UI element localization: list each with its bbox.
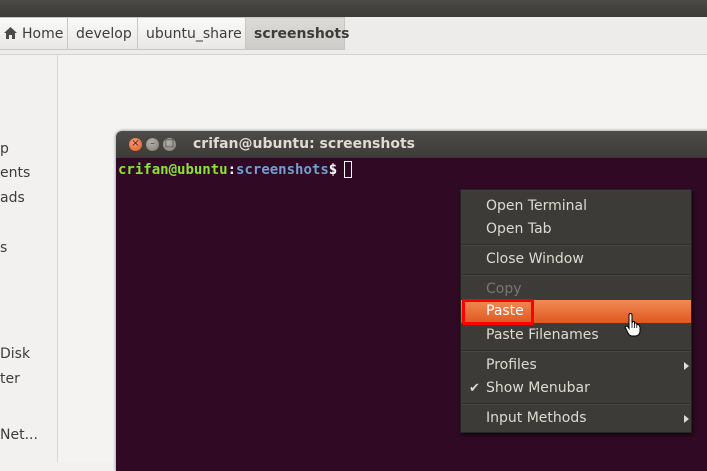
close-button[interactable]: × xyxy=(129,138,142,151)
checkmark-icon: ✔ xyxy=(469,381,480,396)
sidebar-item-label: Net... xyxy=(0,427,38,443)
menu-item-show-menubar[interactable]: ✔ Show Menubar xyxy=(461,377,691,400)
maximize-button[interactable]: □ xyxy=(163,138,176,151)
sidebar-item-label: Disk xyxy=(0,346,31,362)
menu-item-label: Paste Filenames xyxy=(486,327,599,343)
sidebar-item-floppy-disk[interactable]: Disk xyxy=(0,346,30,362)
prompt-directory: screenshots xyxy=(236,162,329,178)
sidebar-item-downloads[interactable]: ads xyxy=(0,190,25,206)
breadcrumb-develop[interactable]: develop xyxy=(68,17,138,50)
menu-item-copy: Copy xyxy=(461,278,691,301)
sidebar-item-label: s xyxy=(0,240,8,256)
prompt-host: ubuntu xyxy=(177,162,228,178)
breadcrumb-home-label: Home xyxy=(22,26,64,42)
places-sidebar: p ents ads s Disk ter Net... xyxy=(0,55,58,462)
breadcrumb-home[interactable]: Home xyxy=(0,17,68,50)
menu-item-input-methods[interactable]: Input Methods xyxy=(461,407,691,430)
sidebar-item-label: ter xyxy=(0,371,20,387)
prompt-dollar: $ xyxy=(328,162,338,178)
menu-item-label: Input Methods xyxy=(486,410,587,426)
hand-pointer-icon xyxy=(624,313,641,337)
maximize-icon: □ xyxy=(164,138,175,149)
minimize-button[interactable]: – xyxy=(146,138,159,151)
menu-item-label: Show Menubar xyxy=(486,380,590,396)
location-pathbar: Home develop ubuntu_share screenshots xyxy=(0,17,707,55)
sidebar-item-documents[interactable]: ents xyxy=(0,165,30,181)
menu-separator xyxy=(462,244,690,246)
sidebar-item-desktop[interactable]: p xyxy=(0,141,9,157)
sidebar-item-label: p xyxy=(0,141,9,157)
menu-item-open-terminal[interactable]: Open Terminal xyxy=(461,195,691,218)
breadcrumb: Home develop ubuntu_share screenshots xyxy=(0,17,349,50)
menu-item-profiles[interactable]: Profiles xyxy=(461,354,691,377)
sidebar-item-videos[interactable]: s xyxy=(0,240,7,256)
submenu-arrow-icon xyxy=(684,415,689,423)
close-icon: × xyxy=(131,138,140,149)
menu-item-open-tab[interactable]: Open Tab xyxy=(461,218,691,241)
menu-item-close-window[interactable]: Close Window xyxy=(461,248,691,271)
menu-item-paste-filenames[interactable]: Paste Filenames xyxy=(461,324,691,347)
text-cursor xyxy=(344,161,353,178)
minimize-icon: – xyxy=(150,138,155,149)
menu-separator xyxy=(462,274,690,276)
breadcrumb-ubuntu-share-label: ubuntu_share xyxy=(146,26,242,42)
menu-separator xyxy=(462,403,690,405)
prompt-colon: : xyxy=(227,162,237,178)
terminal-title: crifan@ubuntu: screenshots xyxy=(193,136,415,152)
sidebar-item-label: ents xyxy=(0,165,31,181)
breadcrumb-screenshots-label: screenshots xyxy=(254,26,350,42)
breadcrumb-develop-label: develop xyxy=(76,26,132,42)
menu-item-label: Open Tab xyxy=(486,221,552,237)
prompt-at: @ xyxy=(168,162,178,178)
menu-item-label: Copy xyxy=(486,281,522,297)
annotation-highlight-box xyxy=(462,299,534,325)
terminal-titlebar[interactable]: × – □ crifan@ubuntu: screenshots xyxy=(116,131,707,158)
submenu-arrow-icon xyxy=(684,362,689,370)
sidebar-item-network[interactable]: Net... xyxy=(0,427,38,443)
menu-item-label: Open Terminal xyxy=(486,198,588,214)
sidebar-item-label: ads xyxy=(0,190,25,206)
window-top-strip xyxy=(0,0,707,17)
menu-item-label: Profiles xyxy=(486,357,537,373)
shell-prompt: crifan@ubuntu:screenshots$ xyxy=(118,161,353,178)
breadcrumb-screenshots[interactable]: screenshots xyxy=(246,17,349,50)
prompt-user: crifan xyxy=(118,162,169,178)
menu-item-label: Close Window xyxy=(486,251,584,267)
home-icon xyxy=(4,27,17,39)
breadcrumb-ubuntu-share[interactable]: ubuntu_share xyxy=(138,17,246,50)
menu-separator xyxy=(462,350,690,352)
sidebar-item-computer[interactable]: ter xyxy=(0,371,20,387)
